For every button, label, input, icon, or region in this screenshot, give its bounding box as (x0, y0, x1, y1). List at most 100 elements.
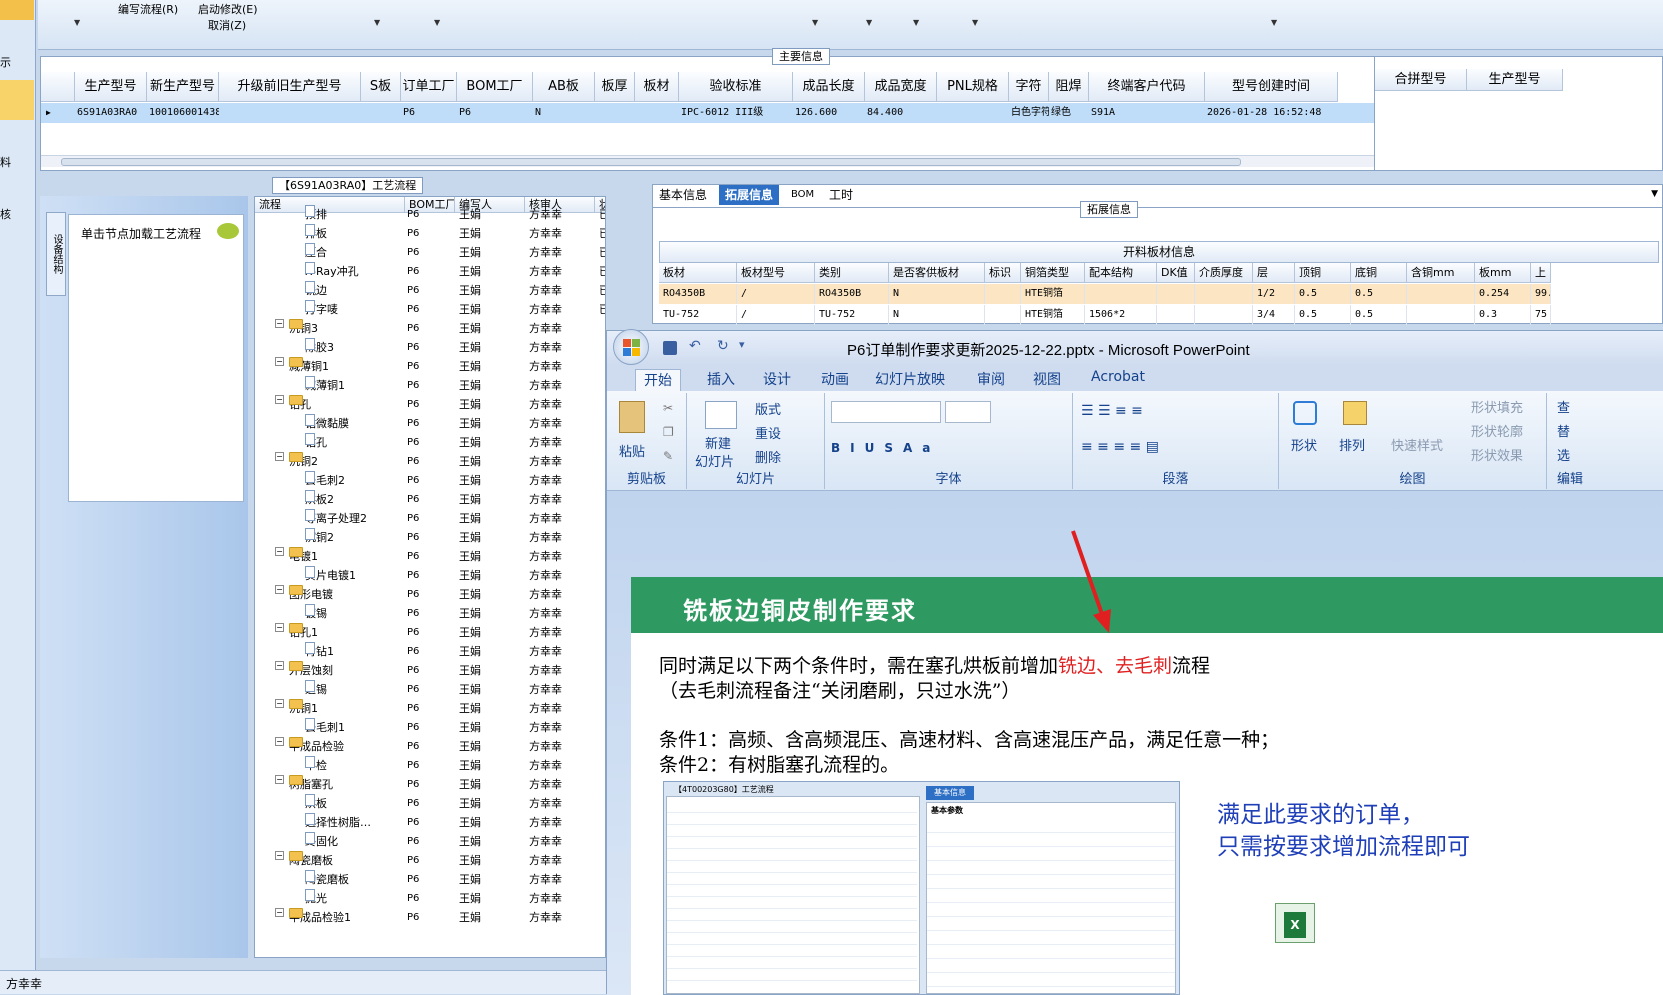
column-header[interactable]: 类别 (815, 263, 889, 283)
arrange-icon[interactable] (1343, 401, 1367, 425)
tree-node[interactable]: 等离子处理2 (305, 509, 367, 528)
tree-row[interactable]: − 半成品检验 P6 王娟 方幸幸 (255, 737, 605, 756)
edit-flow-button[interactable]: 编写流程(R) (118, 1, 178, 17)
cell[interactable]: 0.5 (1295, 284, 1351, 304)
tab-0[interactable]: 开始 (635, 369, 681, 391)
tree-row[interactable]: 钻微黏膜 P6 王娟 方幸幸 (255, 414, 605, 433)
cell[interactable]: 3/4 (1253, 305, 1295, 325)
cell[interactable] (985, 284, 1021, 304)
collapse-icon[interactable]: − (275, 737, 284, 746)
scrollbar-thumb[interactable] (61, 158, 1241, 166)
layout-button[interactable]: 版式 (755, 399, 781, 418)
office-button[interactable] (613, 329, 649, 365)
tree-row[interactable]: − 钻孔1 P6 王娟 方幸幸 (255, 623, 605, 642)
quick-access-menu-icon[interactable]: ▾ (739, 338, 745, 351)
tree-node[interactable]: 钻孔 (305, 433, 327, 452)
tree-node[interactable]: 图形电镀 (289, 585, 333, 604)
collapse-icon[interactable]: − (275, 851, 284, 860)
tab-2[interactable]: 设计 (755, 369, 799, 389)
column-header[interactable]: 是否客供板材 (889, 263, 985, 283)
tab-basic[interactable]: 基本信息 (653, 185, 713, 205)
tree-node[interactable]: 去毛刺2 (305, 471, 345, 490)
cell[interactable] (1195, 284, 1253, 304)
tree-row[interactable]: 除胶3 P6 王娟 方幸幸 (255, 338, 605, 357)
collapse-icon[interactable]: − (275, 661, 284, 670)
chevron-down-icon[interactable]: ▼ (812, 18, 818, 27)
tree-node[interactable]: 半成品检验 (289, 737, 344, 756)
shape-button[interactable]: 形状 (1291, 435, 1317, 454)
column-header[interactable]: 含铜mm (1407, 263, 1475, 283)
column-header[interactable]: PNL规格 (937, 72, 1009, 102)
tree-node[interactable]: 半成品检验1 (289, 908, 351, 927)
tab-extended[interactable]: 拓展信息 (719, 185, 780, 205)
tree-row[interactable]: 终固化 P6 王娟 方幸幸 (255, 832, 605, 851)
tree-row[interactable]: 沉铜2 P6 王娟 方幸幸 (255, 528, 605, 547)
cell[interactable]: N (535, 103, 595, 123)
tree-node[interactable]: 电镀1 (289, 547, 318, 566)
tab-5[interactable]: 审阅 (969, 369, 1013, 389)
cell[interactable]: 1/2 (1253, 284, 1295, 304)
column-header[interactable]: S板 (361, 72, 401, 102)
cell[interactable]: P6 (459, 103, 533, 123)
tree-node[interactable]: 陶瓷磨板 (305, 870, 349, 889)
cell[interactable]: 白色字符 (1011, 103, 1049, 123)
column-header[interactable]: AB板 (533, 72, 595, 102)
tree-row[interactable]: 排板 P6 王娟 方幸幸 已审核 (255, 224, 605, 243)
tab-7[interactable]: Acrobat (1083, 369, 1153, 385)
chevron-down-icon[interactable]: ▼ (74, 18, 80, 27)
collapse-icon[interactable]: − (275, 623, 284, 632)
nav-active[interactable] (0, 80, 34, 120)
tree-row[interactable]: X-Ray冲孔 P6 王娟 方幸幸 已审核 (255, 262, 605, 281)
format-painter-icon[interactable]: ✎ (663, 449, 673, 463)
tree-row[interactable]: − 半成品检验1 P6 王娟 方幸幸 (255, 908, 605, 927)
column-header[interactable]: 终端客户代码 (1089, 72, 1205, 102)
cell[interactable]: TU-752 (815, 305, 889, 325)
column-header[interactable]: 板材 (635, 72, 679, 102)
tree-node[interactable]: 钻孔1 (289, 623, 318, 642)
column-header[interactable]: 合拼型号 (1375, 69, 1467, 91)
tree-node[interactable]: 压合 (305, 243, 327, 262)
column-header[interactable]: 升级前旧生产型号 (219, 72, 361, 102)
undo-icon[interactable]: ↶ (689, 338, 701, 354)
tree-node[interactable]: 减薄铜1 (289, 357, 329, 376)
tree-node[interactable]: 抛光 (305, 889, 327, 908)
collapse-icon[interactable]: − (275, 547, 284, 556)
shape-outline-button[interactable]: 形状轮廓 (1471, 421, 1523, 440)
chevron-down-icon[interactable]: ▼ (434, 18, 440, 27)
tree-row[interactable]: − 沉铜3 P6 王娟 方幸幸 (255, 319, 605, 338)
arrange-button[interactable]: 排列 (1339, 435, 1365, 454)
cell[interactable] (1085, 284, 1157, 304)
save-icon[interactable] (663, 341, 677, 355)
tree-node[interactable]: 背钻1 (305, 642, 334, 661)
cancel-button[interactable]: 取消(Z) (208, 17, 246, 33)
tree-row[interactable]: 铣边 P6 王娟 方幸幸 已审核 (255, 281, 605, 300)
font-name-select[interactable] (831, 401, 941, 423)
redo-icon[interactable]: ↻ (717, 338, 729, 354)
cell[interactable]: RO4350B (659, 284, 737, 304)
tree-node[interactable]: 半检 (305, 756, 327, 775)
tree-row[interactable]: − 沉铜2 P6 王娟 方幸幸 (255, 452, 605, 471)
column-header[interactable]: DK值 (1157, 263, 1195, 283)
collapse-icon[interactable]: − (275, 319, 284, 328)
cell[interactable] (1195, 305, 1253, 325)
replace-button[interactable]: 替 (1557, 421, 1570, 440)
tree-row[interactable]: 减薄铜1 P6 王娟 方幸幸 (255, 376, 605, 395)
horizontal-scrollbar[interactable] (41, 155, 1374, 167)
cell[interactable]: S91A (1091, 103, 1205, 123)
tree-node[interactable]: 去毛刺1 (305, 718, 345, 737)
table-row[interactable]: ▶ 6S91A03RA010010600143831P6P6NIPC-6012 … (41, 103, 1374, 123)
tree-node[interactable]: 树脂塞孔 (289, 775, 333, 794)
cell[interactable]: 0.3 (1475, 305, 1531, 325)
chevron-down-icon[interactable]: ▼ (374, 18, 380, 27)
collapse-icon[interactable]: − (275, 908, 284, 917)
tree-node[interactable]: 减薄铜1 (305, 376, 345, 395)
cell[interactable] (1407, 284, 1475, 304)
column-header[interactable]: 验收标准 (679, 72, 793, 102)
column-header[interactable]: 板材 (659, 263, 737, 283)
device-structure-tab[interactable]: 设备结构 (46, 212, 66, 296)
tree-row[interactable]: 半检 P6 王娟 方幸幸 (255, 756, 605, 775)
tab-4[interactable]: 幻灯片放映 (867, 369, 953, 389)
cut-icon[interactable]: ✂ (663, 401, 673, 415)
column-header[interactable]: 订单工厂 (401, 72, 457, 102)
cell[interactable]: / (737, 284, 815, 304)
